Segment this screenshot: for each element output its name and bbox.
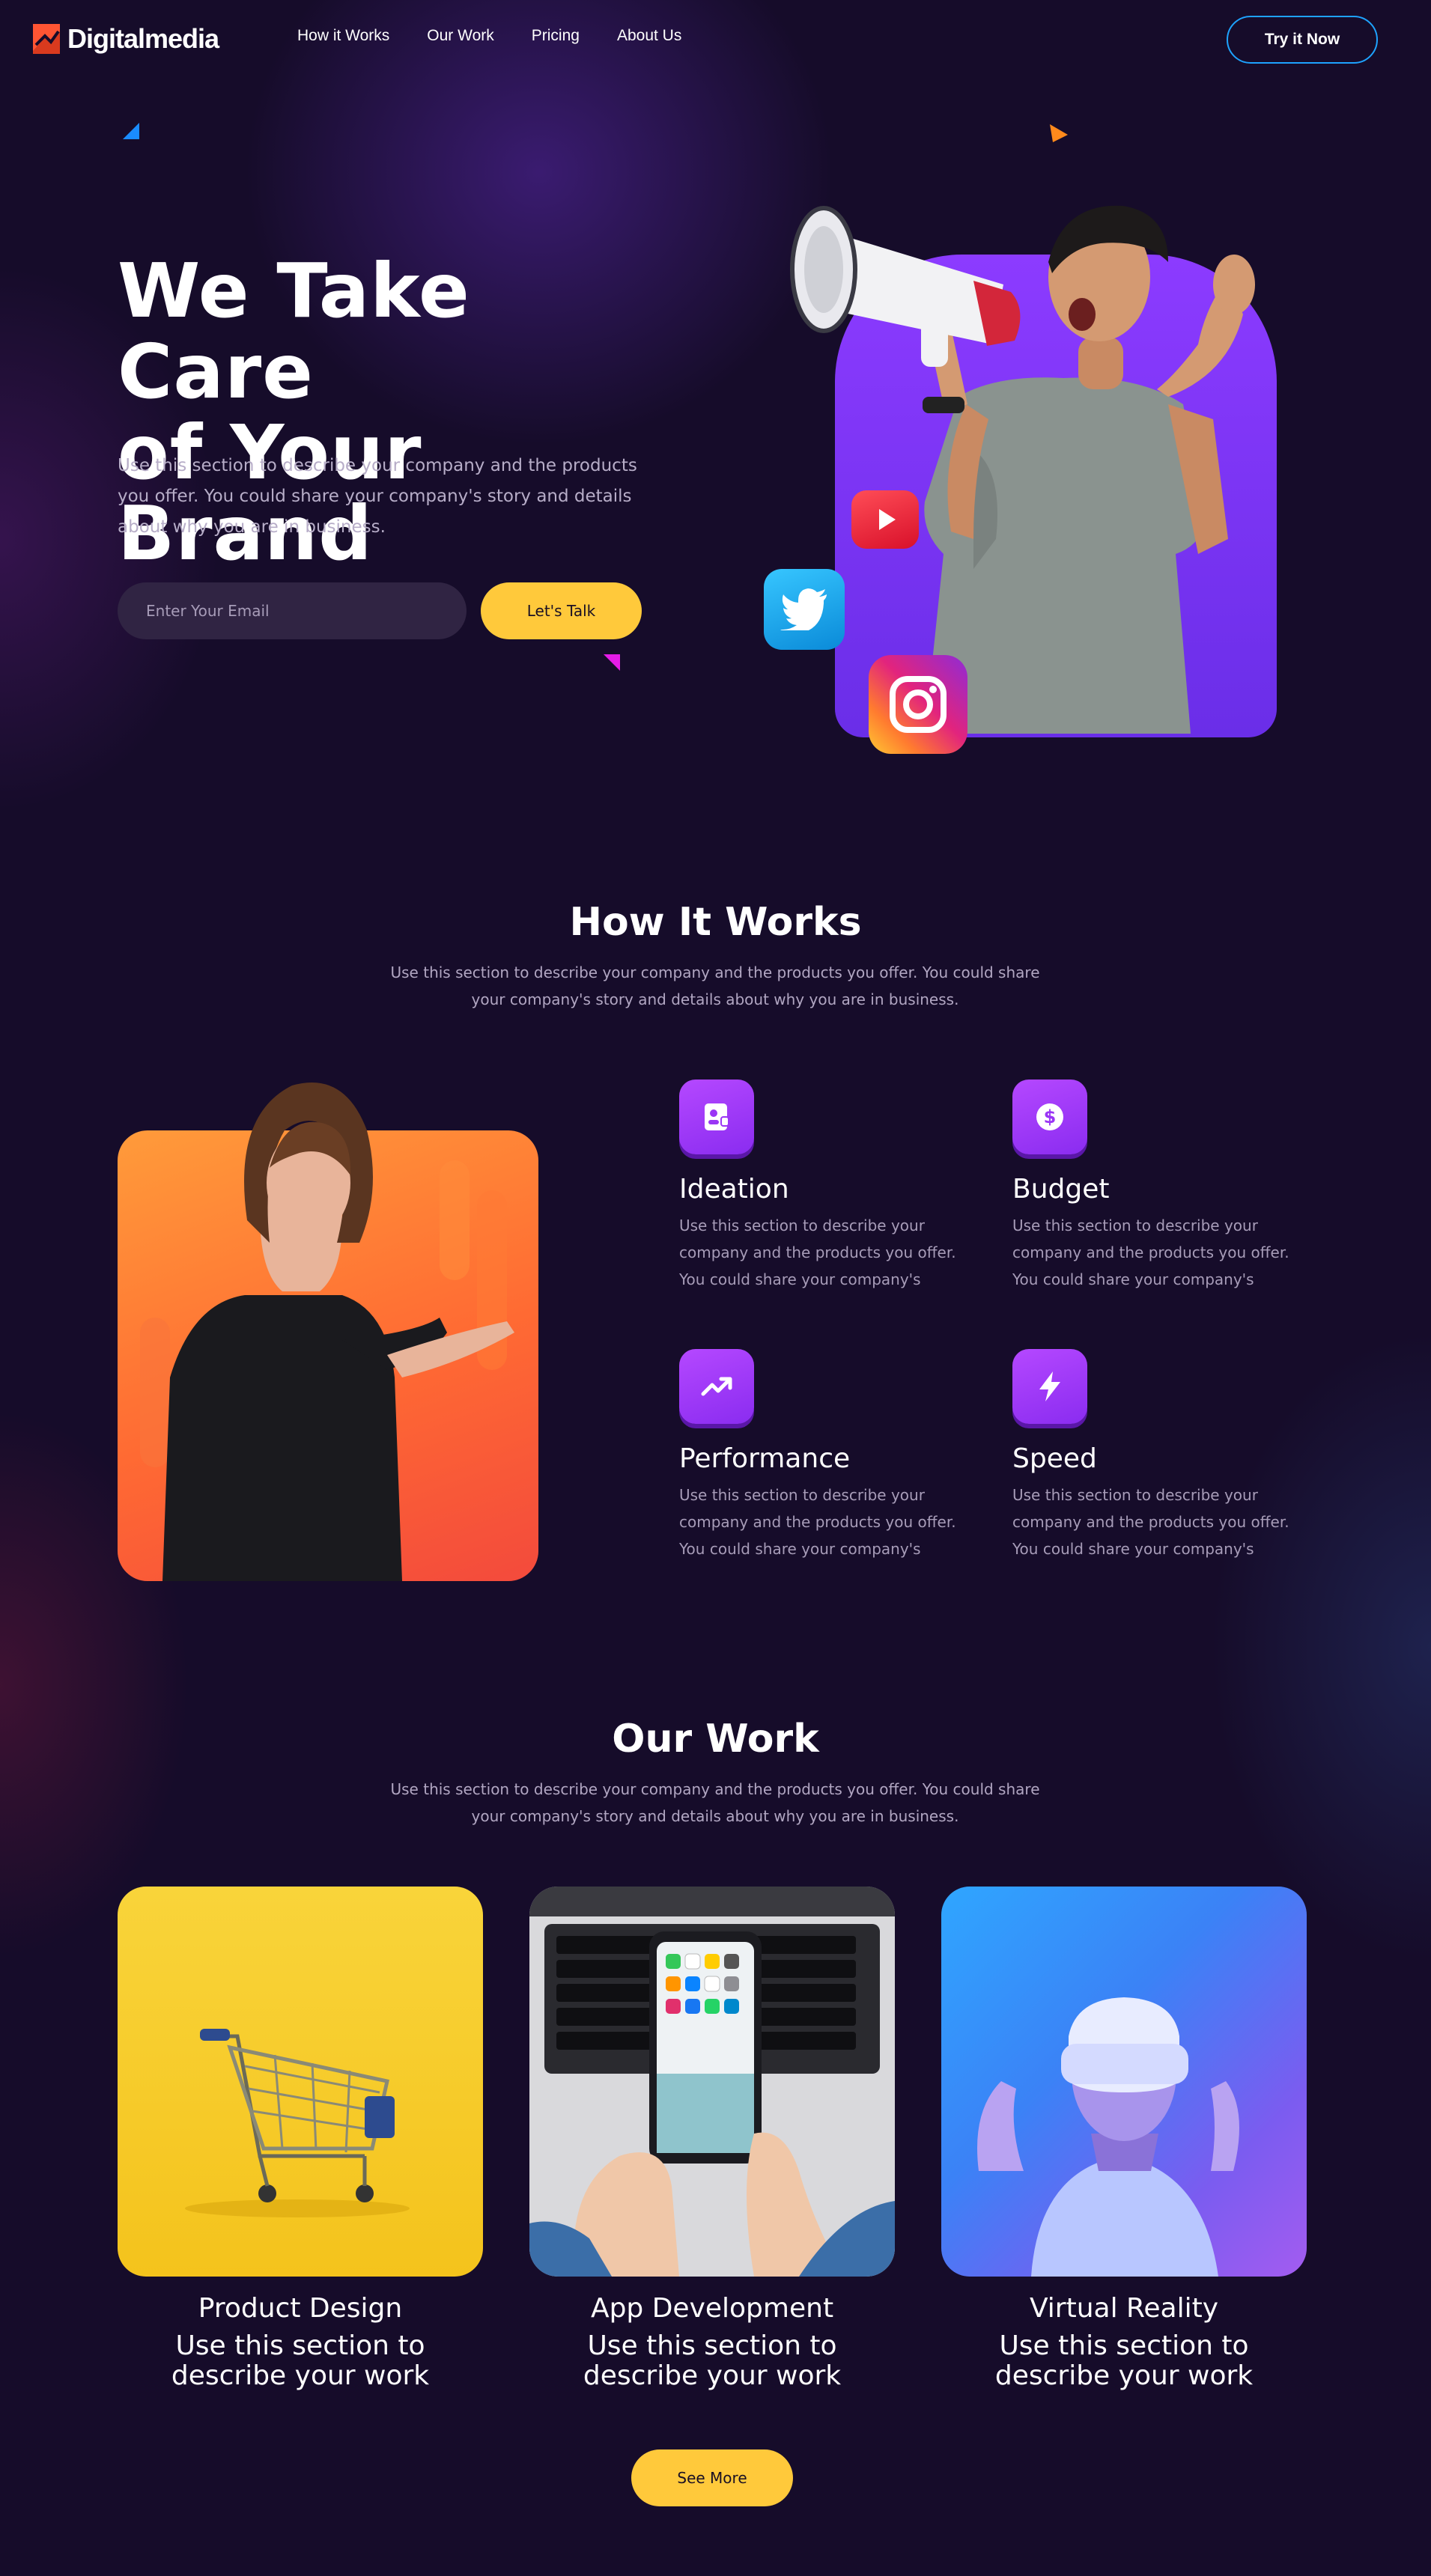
nav-link-pricing[interactable]: Pricing <box>532 27 580 45</box>
lightning-icon <box>1012 1349 1087 1424</box>
twitter-icon <box>764 569 845 650</box>
shopping-cart-image <box>118 1887 483 2277</box>
logo[interactable]: Digitalmedia <box>30 19 219 58</box>
nav-link-how-it-works[interactable]: How it Works <box>297 27 389 45</box>
hero-illustration <box>749 150 1318 779</box>
id-card-icon <box>679 1080 754 1154</box>
how-it-works-subtitle: Use this section to describe your compan… <box>390 963 1040 1008</box>
work-title: Virtual Reality <box>1029 2293 1219 2324</box>
feature-title: Performance <box>679 1443 851 1474</box>
orange-triangle-icon <box>1050 124 1068 142</box>
man-with-megaphone-image <box>790 205 1255 734</box>
our-work-title: Our Work <box>612 1717 819 1762</box>
feature-performance: Performance Use this section to describe… <box>679 1349 994 1562</box>
how-it-works-title: How It Works <box>569 900 862 945</box>
hero-description: Use this section to describe your compan… <box>118 456 637 537</box>
feature-speed: Speed Use this section to describe your … <box>1012 1349 1327 1562</box>
nav-link-about-us[interactable]: About Us <box>617 27 681 45</box>
phone-and-laptop-image <box>529 1887 895 2277</box>
work-description: Use this section to describe your work <box>171 2330 430 2391</box>
pink-triangle-icon <box>604 654 620 671</box>
feature-ideation: Ideation Use this section to describe yo… <box>679 1080 994 1293</box>
feature-budget: $ Budget Use this section to describe yo… <box>1012 1080 1327 1293</box>
logo-icon <box>30 21 63 57</box>
feature-title: Budget <box>1012 1174 1110 1205</box>
dollar-icon: $ <box>1012 1080 1087 1154</box>
work-description: Use this section to describe your work <box>583 2330 842 2391</box>
work-description: Use this section to describe your work <box>994 2330 1254 2391</box>
feature-title: Speed <box>1012 1443 1097 1474</box>
blue-triangle-icon <box>123 123 139 139</box>
hero-title-line-1: We Take Care <box>118 247 470 415</box>
lets-talk-button[interactable]: Let's Talk <box>481 582 642 639</box>
landing-page: Digitalmedia How it Works Our Work Prici… <box>0 0 1431 2576</box>
instagram-icon <box>869 655 967 754</box>
our-work-subtitle: Use this section to describe your compan… <box>390 1780 1040 1825</box>
try-it-now-button[interactable]: Try it Now <box>1227 16 1378 64</box>
woman-hair-image <box>244 1083 373 1243</box>
email-input[interactable] <box>118 582 467 639</box>
work-card-virtual-reality[interactable]: Virtual Reality Use this section to desc… <box>941 1887 1307 2391</box>
vr-headset-person-image <box>941 1887 1307 2277</box>
feature-description: Use this section to describe your compan… <box>679 1217 956 1288</box>
youtube-icon <box>851 490 919 549</box>
work-title: Product Design <box>198 2293 403 2324</box>
svg-text:$: $ <box>1044 1106 1057 1127</box>
nav-links: How it Works Our Work Pricing About Us <box>297 27 681 45</box>
work-card-app-development[interactable]: App Development Use this section to desc… <box>529 1887 895 2391</box>
feature-description: Use this section to describe your compan… <box>679 1486 956 1558</box>
feature-description: Use this section to describe your compan… <box>1012 1486 1289 1558</box>
see-more-button[interactable]: See More <box>631 2449 793 2506</box>
trending-up-icon <box>679 1349 754 1424</box>
work-card-product-design[interactable]: Product Design Use this section to descr… <box>118 1887 483 2391</box>
feature-description: Use this section to describe your compan… <box>1012 1217 1289 1288</box>
nav-link-our-work[interactable]: Our Work <box>427 27 493 45</box>
work-title: App Development <box>590 2293 834 2324</box>
top-nav: Digitalmedia How it Works Our Work Prici… <box>0 0 1431 79</box>
logo-text: Digitalmedia <box>67 23 219 54</box>
feature-title: Ideation <box>679 1174 789 1205</box>
